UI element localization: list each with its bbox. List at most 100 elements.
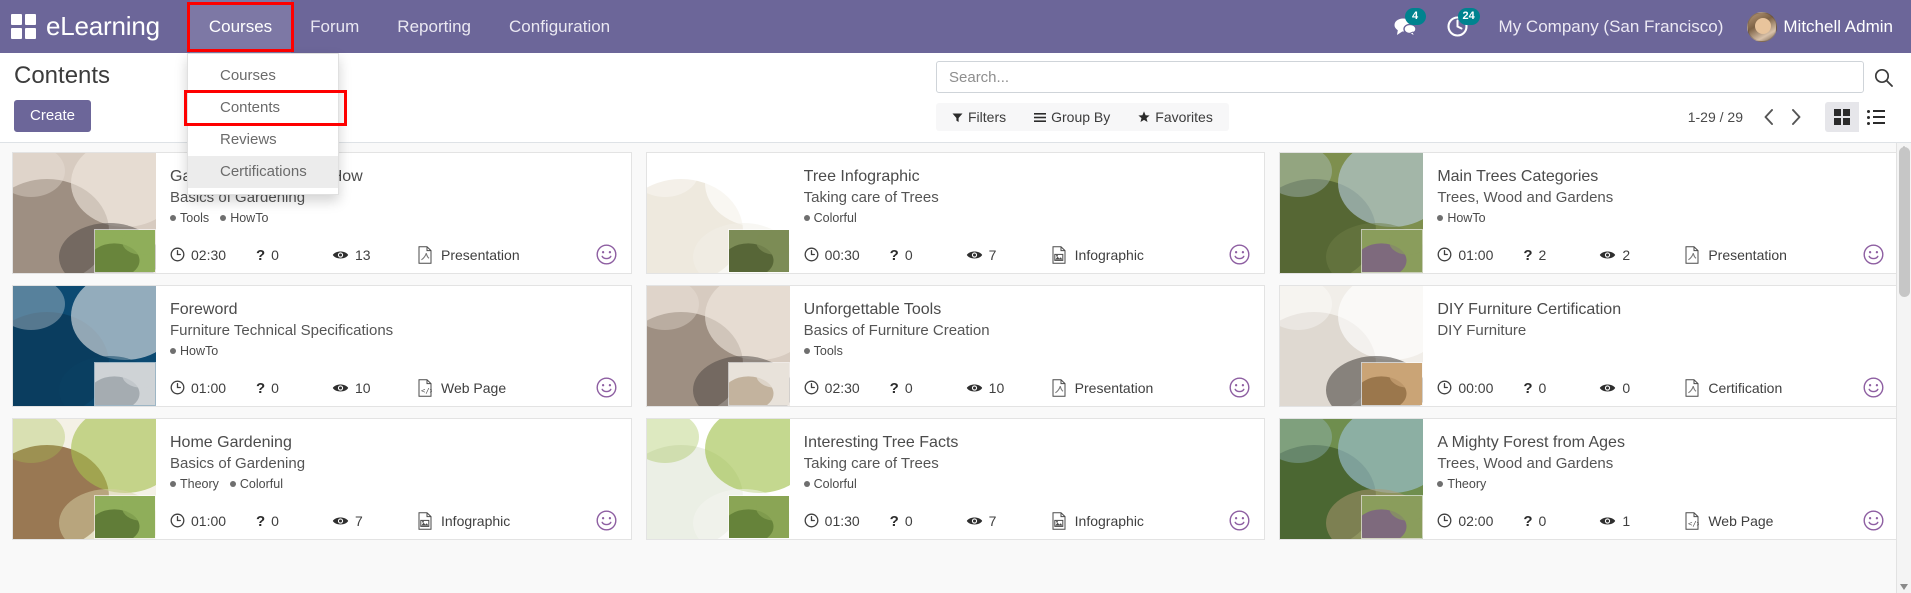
dropdown-item-contents[interactable]: Contents [188, 92, 338, 124]
favorites-dropdown[interactable]: Favorites [1124, 107, 1227, 127]
control-panel-right: Filters Group By [936, 61, 1893, 132]
group-by-label: Group By [1051, 109, 1110, 125]
duration-field: 02:00 [1437, 513, 1523, 529]
content-tag[interactable]: Colorful [230, 475, 283, 493]
kanban-view-icon[interactable] [1825, 102, 1859, 132]
kanban-card[interactable]: Main Trees CategoriesTrees, Wood and Gar… [1279, 152, 1899, 274]
question-mark-icon: ? [1523, 380, 1532, 396]
question-mark-icon: ? [890, 247, 899, 263]
smiley-face-icon[interactable] [596, 510, 617, 531]
kanban-card[interactable]: DIY Furniture CertificationDIY Furniture… [1279, 285, 1899, 407]
views-value: 7 [355, 513, 363, 529]
questions-value: 0 [905, 380, 913, 396]
search-icon[interactable] [1874, 68, 1893, 87]
tag-label: Colorful [240, 477, 283, 491]
app-brand-elearning[interactable]: eLearning [46, 11, 160, 42]
apps-grid-icon[interactable] [10, 14, 36, 40]
tag-dot-icon [1437, 481, 1443, 487]
content-tag[interactable]: Tools [170, 209, 209, 227]
tag-dot-icon [220, 215, 226, 221]
list-view-icon[interactable] [1859, 102, 1893, 132]
tag-list: Tools [804, 342, 1251, 360]
content-type-label: Presentation [1708, 247, 1787, 263]
filters-dropdown[interactable]: Filters [938, 107, 1020, 127]
duration-field: 00:30 [804, 247, 890, 263]
questions-value: 0 [1539, 380, 1547, 396]
funnel-icon [952, 112, 963, 123]
user-menu[interactable]: Mitchell Admin [1739, 12, 1893, 42]
questions-field: ?0 [256, 380, 332, 396]
content-type-label: Infographic [441, 513, 510, 529]
course-name: Furniture Technical Specifications [170, 320, 617, 341]
kanban-card[interactable]: Tree InfographicTaking care of TreesColo… [646, 152, 1266, 274]
content-tag[interactable]: Theory [1437, 475, 1486, 493]
content-tag[interactable]: HowTo [220, 209, 268, 227]
card-footer: 01:00?22Presentation [1437, 244, 1884, 265]
duration-field: 02:30 [804, 380, 890, 396]
user-name-label: Mitchell Admin [1783, 17, 1893, 37]
pager-next-button[interactable] [1783, 104, 1809, 130]
messages-button[interactable]: 4 [1379, 0, 1432, 53]
views-field: 13 [332, 247, 418, 263]
activities-button[interactable]: 24 [1432, 0, 1483, 53]
scroll-down-arrow-icon[interactable] [1900, 584, 1908, 590]
top-navbar: eLearning Courses Forum Reporting Config… [0, 0, 1911, 53]
duration-value: 01:00 [191, 380, 226, 396]
smiley-face-icon[interactable] [1229, 377, 1250, 398]
menu-configuration[interactable]: Configuration [490, 0, 629, 53]
smiley-face-icon[interactable] [1863, 510, 1884, 531]
svg-text:</>: </> [421, 386, 432, 395]
tag-dot-icon [804, 348, 810, 354]
kanban-area: Gardening: The Know-HowBasics of Gardeni… [0, 143, 1911, 593]
content-tag[interactable]: Colorful [804, 475, 857, 493]
search-input[interactable] [949, 69, 1851, 86]
views-field: 7 [332, 513, 418, 529]
course-name: Basics of Furniture Creation [804, 320, 1251, 341]
smiley-face-icon[interactable] [1863, 244, 1884, 265]
search-box[interactable] [936, 61, 1864, 93]
duration-field: 01:00 [1437, 247, 1523, 263]
dropdown-item-certifications[interactable]: Certifications [188, 156, 338, 188]
content-title: Home Gardening [170, 432, 617, 453]
dropdown-item-courses[interactable]: Courses [188, 60, 338, 92]
menu-courses[interactable]: Courses [190, 0, 291, 53]
avatar [1747, 12, 1777, 42]
content-tag[interactable]: HowTo [170, 342, 218, 360]
smiley-face-icon[interactable] [1863, 377, 1884, 398]
smiley-face-icon[interactable] [596, 377, 617, 398]
content-tag[interactable]: Colorful [804, 209, 857, 227]
kanban-card[interactable]: A Mighty Forest from AgesTrees, Wood and… [1279, 418, 1899, 540]
company-switcher[interactable]: My Company (San Francisco) [1483, 17, 1740, 37]
duration-value: 00:00 [1458, 380, 1493, 396]
menu-forum[interactable]: Forum [291, 0, 378, 53]
create-button[interactable]: Create [14, 100, 91, 132]
kanban-card[interactable]: Unforgettable ToolsBasics of Furniture C… [646, 285, 1266, 407]
content-tag[interactable]: HowTo [1437, 209, 1485, 227]
pager-previous-button[interactable] [1755, 104, 1781, 130]
clock-icon [804, 513, 819, 528]
card-body: A Mighty Forest from AgesTrees, Wood and… [1423, 419, 1898, 539]
questions-field: ?0 [256, 513, 332, 529]
vertical-scrollbar[interactable] [1896, 143, 1911, 593]
smiley-face-icon[interactable] [596, 244, 617, 265]
kanban-card[interactable]: Home GardeningBasics of GardeningTheoryC… [12, 418, 632, 540]
smiley-face-icon[interactable] [1229, 244, 1250, 265]
kanban-card[interactable]: ForewordFurniture Technical Specificatio… [12, 285, 632, 407]
dropdown-item-reviews[interactable]: Reviews [188, 124, 338, 156]
content-tag[interactable]: Tools [804, 342, 843, 360]
menu-reporting[interactable]: Reporting [378, 0, 490, 53]
tag-label: HowTo [230, 211, 268, 225]
question-mark-icon: ? [1523, 247, 1532, 263]
smiley-face-icon[interactable] [1229, 510, 1250, 531]
questions-field: ?2 [1523, 247, 1599, 263]
content-tag[interactable]: Theory [170, 475, 219, 493]
content-title: DIY Furniture Certification [1437, 299, 1884, 320]
content-type-field: Infographic [1052, 246, 1144, 264]
kanban-card[interactable]: Interesting Tree FactsTaking care of Tre… [646, 418, 1266, 540]
views-value: 0 [1622, 380, 1630, 396]
favorites-label: Favorites [1155, 109, 1213, 125]
image-file-icon [1052, 246, 1066, 264]
scrollbar-thumb[interactable] [1899, 147, 1910, 297]
content-thumbnail [13, 153, 156, 273]
group-by-dropdown[interactable]: Group By [1020, 107, 1124, 127]
